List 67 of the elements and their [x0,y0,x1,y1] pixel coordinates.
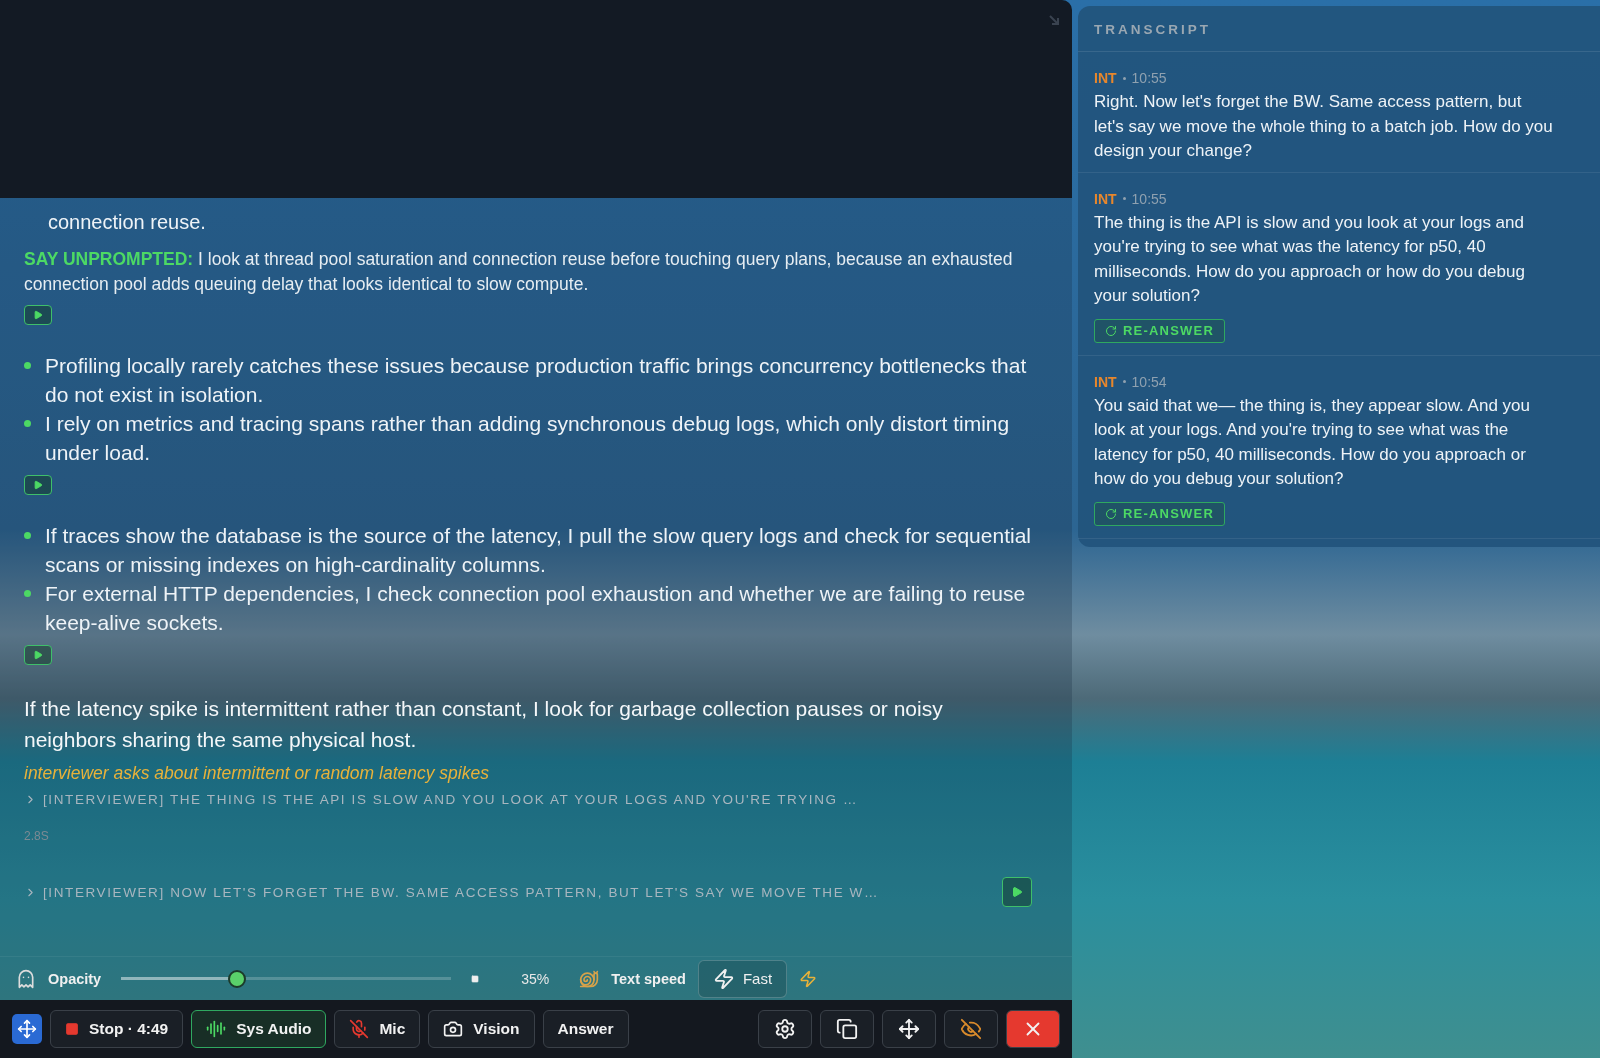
snail-icon [579,968,600,989]
separator-dot-icon [1122,380,1126,383]
transcript-title: TRANSCRIPT [1078,6,1600,52]
play-icon [1011,886,1023,898]
plain-button[interactable]: Answer [542,1010,629,1048]
answer-text: connection reuse. [47,210,207,235]
mic-button[interactable]: Mic [334,1010,421,1048]
refresh-icon [1105,507,1117,520]
transcript-text: You said that we— the thing is, they appear slow. And you look at your logs. And you're trying to see what was the latency for p50, 40 milliseconds. How do you approach or how do you debug your solution? [1094,394,1531,490]
waveform-icon [206,1019,227,1039]
bullet-icon [24,362,31,369]
eye-off-icon [960,1018,982,1040]
transcript-text: Right. Now let's forget the BW. Same access pattern, but let's say we move the whole thing to a batch job. How do you design your change? [1094,91,1554,162]
refresh-icon [1105,324,1117,337]
ghost-icon [16,968,36,989]
play-button[interactable] [24,305,52,325]
speed-button[interactable]: Fast [697,959,788,998]
timestamp: 10:54 [1131,373,1167,390]
vision-button[interactable]: Vision [428,1010,535,1048]
slider-thumb[interactable] [227,969,246,988]
square-icon [471,974,480,983]
timestamp: 10:55 [1131,190,1167,207]
lightning-icon [712,967,735,990]
transcript-text: The thing is the API is slow and you look at your logs and you're trying to see what was the latency for p50, 40 milliseconds. How do you approach or how do you debug your solution? [1094,211,1526,307]
re-answer-button[interactable]: RE-ANSWER [1094,501,1225,526]
camera-icon [443,1019,464,1039]
play-icon [33,650,43,660]
close-button[interactable] [1006,1010,1060,1048]
speaker-label: INT [1094,190,1117,207]
say-unprompted-text: SAY UNPROMPTED: I look at thread pool saturation and connection reuse before touching query plans, because an exhausted connection pool adds queuing delay that looks identical to slow compute. [24,248,1014,296]
muted-microphone-icon [349,1019,370,1039]
play-button[interactable] [24,645,52,665]
speaker-label: INT [1094,70,1117,86]
bullet-text: If traces show the database is the source of the latency, I pull the slow query logs and check for sequential scans or missing indexes on high-cardinality columns. [45,523,1032,578]
overlapping-squares-icon [836,1018,858,1040]
bullet-text: For external HTTP dependencies, I check connection pool exhaustion and whether we are failing to reuse keep-alive sockets. [45,581,1027,636]
windows-button[interactable] [820,1010,874,1048]
answer-summary: If the latency spike is intermittent rather than constant, I look for garbage collection pauses or noisy neighbors sharing the same physical host. [24,696,944,753]
lightning-icon[interactable] [799,969,818,988]
move-icon [898,1018,920,1040]
bullet-icon [24,532,31,539]
opacity-value: 35% [521,970,550,987]
audio-button[interactable]: Sys Audio [191,1010,327,1048]
play-icon [33,310,43,320]
elapsed-time: 2.8S [24,829,50,843]
bullet-text: I rely on metrics and tracing spans rather than adding synchronous debug logs, which only distort timing under load. [45,411,1011,466]
play-icon [33,480,43,490]
app-logo-icon[interactable] [12,1014,42,1044]
stop-button[interactable]: Stop · 4:49 [50,1010,184,1048]
separator-dot-icon [1122,76,1126,80]
text-speed-label: Text speed [611,970,686,987]
bullet-text: Profiling locally rarely catches these issues because production traffic brings concurrency bottlenecks that do not exist in isolation. [45,353,1028,408]
bullet-icon [24,590,31,597]
move-button[interactable] [882,1010,936,1048]
play-button[interactable] [1002,877,1032,907]
settings-icon [774,1018,796,1040]
timestamp: 10:55 [1131,70,1167,86]
play-button[interactable] [24,475,52,495]
separator-dot-icon [1122,197,1126,200]
bullet-icon [24,420,31,427]
opacity-label: Opacity [48,970,102,987]
speaker-label: INT [1094,373,1117,390]
re-answer-button[interactable]: RE-ANSWER [1094,318,1225,343]
hide-button[interactable] [944,1010,998,1048]
stop-icon [65,1022,79,1036]
settings-button[interactable] [758,1010,812,1048]
cue-text: interviewer asks about intermittent or random latency spikes [24,763,490,784]
